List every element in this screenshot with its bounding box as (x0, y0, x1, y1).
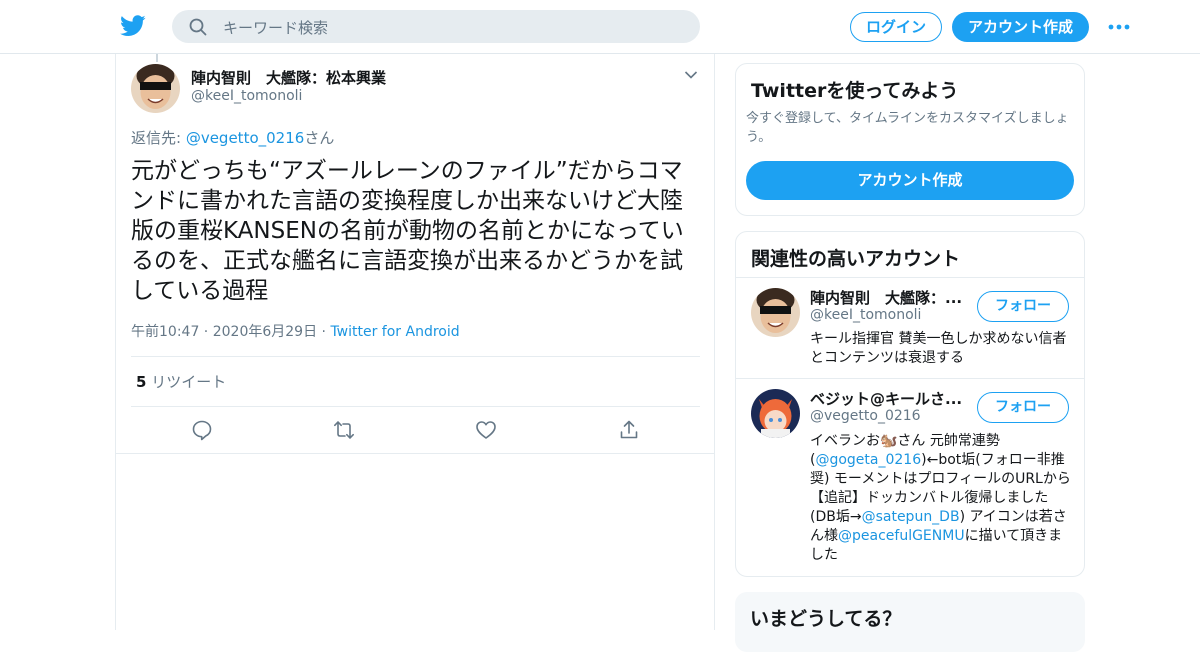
promo-text: 今すぐ登録して、タイムラインをカスタマイズしましょう。 (746, 111, 1069, 145)
search-input[interactable]: キーワード検索 (223, 17, 328, 38)
tweet-metadata: 午前10:47 · 2020年6月29日 · Twitter for Andro… (131, 321, 460, 341)
reply-suffix: さん (304, 129, 335, 147)
account-handle[interactable]: @vegetto_0216 (810, 408, 921, 424)
divider (736, 277, 1084, 278)
search-icon (189, 18, 207, 36)
meta-separator: · (199, 324, 213, 340)
follow-button[interactable]: フォロー (977, 392, 1069, 423)
promo-signup-button[interactable]: アカウント作成 (746, 161, 1074, 200)
search-bar[interactable]: キーワード検索 (172, 10, 700, 43)
account-avatar[interactable] (751, 389, 800, 438)
author-avatar[interactable] (131, 64, 180, 113)
twitter-bird-icon[interactable] (120, 14, 146, 38)
related-accounts-card: 関連性の高いアカウント 陣内智則 大艦隊：... @keeI_tomonoli … (735, 231, 1085, 577)
reply-handle-link[interactable]: @vegetto_0216 (186, 129, 304, 147)
account-handle[interactable]: @keeI_tomonoli (810, 307, 921, 323)
author-name[interactable]: 陣内智則 大艦隊：松本興業 (191, 67, 386, 88)
account-bio: キール指揮官 賛美一色しか求めない信者とコンテンツは衰退する (810, 331, 1067, 366)
bio-mention-link[interactable]: @peacefulGENMU (838, 528, 965, 544)
tweet-time[interactable]: 午前10:47 (131, 324, 199, 340)
trends-title: いまどうしてる？ (750, 608, 902, 630)
retweet-icon[interactable] (333, 419, 355, 441)
account-bio: イベランお🐿️さん 元帥常連勢(@gogeta_0216)←bot垢(フォロー非… (810, 432, 1072, 565)
account-avatar-image (751, 288, 800, 337)
retweet-stats[interactable]: 5 リツイート (136, 371, 226, 392)
reply-prefix: 返信先: (131, 129, 186, 147)
tweet-actions-bar (116, 406, 714, 454)
follow-button[interactable]: フォロー (977, 291, 1069, 322)
tweet-date[interactable]: 2020年6月29日 (213, 324, 317, 340)
like-icon[interactable] (475, 419, 497, 441)
account-avatar[interactable] (751, 288, 800, 337)
retweet-stats-label: リツイート (151, 373, 227, 391)
meta-separator: · (317, 324, 331, 340)
retweet-count: 5 (136, 373, 147, 391)
account-avatar-image (751, 389, 800, 438)
author-avatar-image (131, 64, 180, 113)
reply-to-line: 返信先: @vegetto_0216さん (131, 127, 334, 148)
divider (736, 378, 1084, 379)
trends-card: いまどうしてる？ (735, 592, 1085, 652)
reply-icon[interactable] (191, 419, 213, 441)
bio-mention-link[interactable]: @satepun_DB (862, 509, 960, 525)
account-name[interactable]: ベジット@キールさ... (810, 388, 965, 409)
signup-promo-card: Twitterを使ってみよう 今すぐ登録して、タイムラインをカスタマイズしましょ… (735, 63, 1085, 216)
chevron-down-icon[interactable] (684, 70, 698, 80)
tweet-source-link[interactable]: Twitter for Android (330, 324, 459, 340)
bio-mention-link[interactable]: @gogeta_0216 (815, 452, 921, 468)
tweet-detail-column: 陣内智則 大艦隊：松本興業 @keeI_tomonoli 返信先: @veget… (115, 54, 715, 630)
thread-connector-line (156, 54, 158, 62)
more-options-icon[interactable] (1108, 24, 1130, 30)
related-accounts-title: 関連性の高いアカウント (751, 248, 961, 270)
share-icon[interactable] (618, 419, 640, 441)
divider (131, 356, 700, 357)
promo-title: Twitterを使ってみよう (751, 80, 959, 102)
signup-button[interactable]: アカウント作成 (952, 12, 1089, 42)
tweet-text: 元がどっちも“アズールレーンのファイル”だからコマンドに書かれた言語の変換程度し… (131, 158, 684, 304)
author-handle[interactable]: @keeI_tomonoli (191, 88, 302, 104)
login-button[interactable]: ログイン (850, 12, 942, 42)
top-navigation-bar: キーワード検索 ログイン アカウント作成 (0, 0, 1200, 54)
account-name[interactable]: 陣内智則 大艦隊：... (810, 287, 965, 308)
